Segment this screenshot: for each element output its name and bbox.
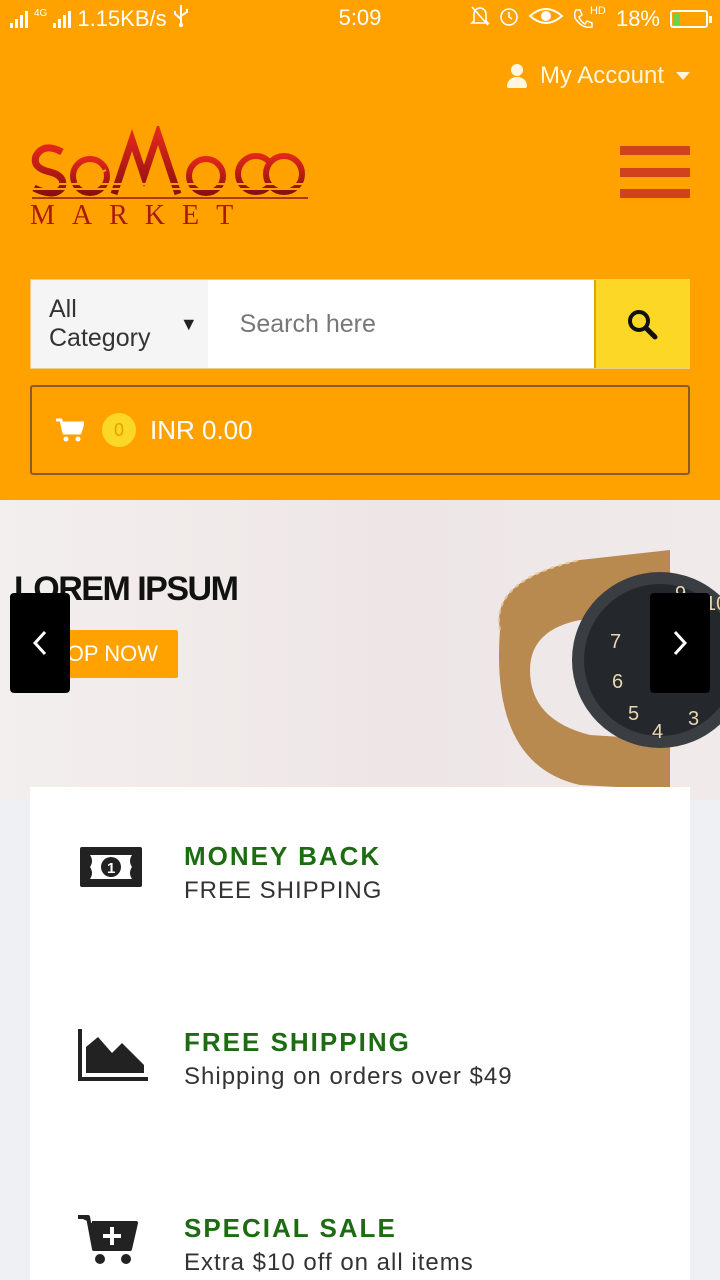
svg-text:4: 4 — [652, 721, 663, 743]
call-hd-icon: HD — [572, 5, 608, 30]
my-account-label: My Account — [539, 62, 664, 89]
my-account-menu[interactable]: My Account — [506, 62, 690, 90]
feature-special-sale: SPECIAL SALE Extra $10 off on all items — [30, 1213, 690, 1280]
cart-plus-icon — [78, 1215, 138, 1264]
site-header: My Account MARKET All Category ▼ Search … — [0, 36, 720, 500]
cart-summary[interactable]: 0 INR 0.00 — [30, 385, 690, 475]
area-chart-icon — [78, 1029, 148, 1081]
logo-market-text: MARKET — [30, 200, 250, 228]
battery-percent: 18% — [615, 6, 660, 31]
feature-desc: FREE SHIPPING — [184, 877, 383, 904]
feature-desc: Extra $10 off on all items — [184, 1249, 474, 1276]
search-icon — [628, 310, 658, 340]
slider-next-button[interactable] — [650, 593, 710, 693]
features-panel: 1 MONEY BACK FREE SHIPPING FREE SHIPPING… — [30, 787, 690, 1280]
category-select[interactable]: All Category ▼ — [31, 280, 208, 368]
category-label: All Category — [49, 295, 151, 352]
chevron-left-icon — [32, 630, 47, 656]
svg-text:5: 5 — [628, 703, 639, 725]
status-right: HD 18% — [470, 5, 712, 33]
eye-icon — [528, 6, 564, 32]
search-button[interactable] — [593, 280, 689, 368]
search-input[interactable] — [207, 280, 594, 368]
feature-title: SPECIAL SALE — [184, 1213, 397, 1243]
hd-label: HD — [589, 5, 606, 17]
feature-money-back: 1 MONEY BACK FREE SHIPPING — [30, 841, 690, 961]
chevron-down-icon — [676, 72, 690, 80]
cart-count-badge: 0 — [102, 413, 136, 447]
feature-title: MONEY BACK — [184, 841, 382, 871]
dropdown-triangle-icon: ▼ — [179, 313, 198, 334]
cart-total: INR 0.00 — [150, 414, 253, 445]
alarm-icon — [498, 5, 520, 33]
shopping-cart-icon — [56, 418, 84, 442]
feature-title: FREE SHIPPING — [184, 1027, 411, 1057]
menu-bar — [620, 189, 690, 198]
search-bar: All Category ▼ — [30, 279, 690, 369]
money-bill-icon: 1 — [80, 847, 142, 887]
feature-free-shipping: FREE SHIPPING Shipping on orders over $4… — [30, 1027, 690, 1147]
somoo-market-logo[interactable]: MARKET — [30, 122, 310, 231]
mute-bell-icon — [470, 5, 490, 33]
svg-text:3: 3 — [688, 708, 699, 730]
chevron-right-icon — [673, 630, 688, 656]
menu-bar — [620, 146, 690, 155]
hero-banner: 9 10 7 6 5 4 3 LOREM IPSUM OP NOW — [0, 500, 720, 800]
user-icon — [506, 64, 528, 88]
menu-bar — [620, 167, 690, 177]
svg-text:7: 7 — [610, 631, 621, 653]
status-bar: 4G 1.15KB/s 5:09 HD 18% — [0, 0, 720, 36]
svg-text:1: 1 — [107, 860, 115, 877]
svg-text:6: 6 — [612, 671, 623, 693]
slider-prev-button[interactable] — [10, 593, 70, 693]
hamburger-menu-button[interactable] — [620, 146, 690, 198]
feature-desc: Shipping on orders over $49 — [184, 1063, 513, 1090]
battery-icon — [670, 10, 712, 28]
